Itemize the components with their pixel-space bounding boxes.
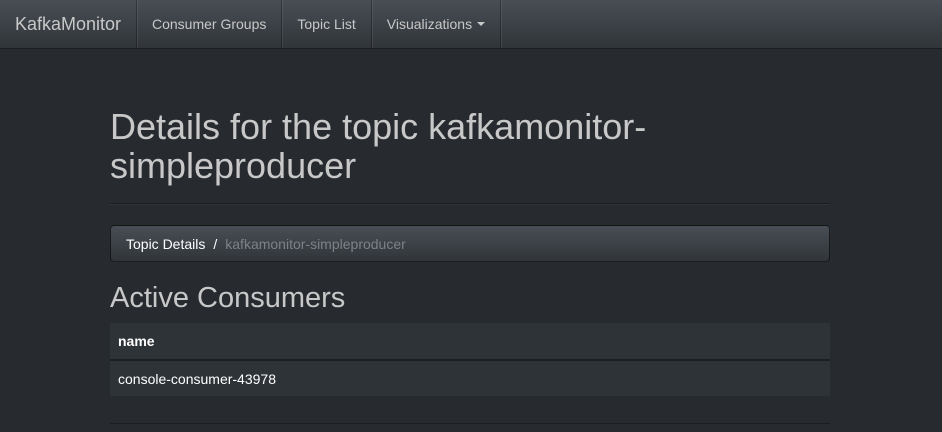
top-navbar: KafkaMonitor Consumer Groups Topic List …	[0, 0, 942, 49]
breadcrumb-current-topic: kafkamonitor-simpleproducer	[225, 235, 406, 252]
brand-link[interactable]: KafkaMonitor	[0, 0, 137, 48]
breadcrumb: Topic Details / kafkamonitor-simpleprodu…	[110, 225, 830, 262]
nav-topic-list-label: Topic List	[297, 16, 356, 32]
active-consumers-heading: Active Consumers	[110, 282, 346, 314]
section-divider	[110, 423, 830, 424]
nav-visualizations-label: Visualizations	[386, 16, 473, 32]
page-header: Details for the topic kafkamonitor-simpl…	[110, 107, 830, 204]
nav-visualizations-dropdown[interactable]: Visualizations	[372, 0, 502, 48]
nav-consumer-groups[interactable]: Consumer Groups	[137, 0, 283, 48]
breadcrumb-topic-details-link[interactable]: Topic Details	[126, 236, 205, 252]
caret-down-icon	[477, 22, 486, 26]
table-row: console-consumer-43978	[110, 360, 830, 396]
breadcrumb-separator: /	[213, 235, 218, 252]
main-content: Details for the topic kafkamonitor-simpl…	[110, 49, 830, 396]
consumer-name-cell: console-consumer-43978	[110, 360, 830, 396]
nav-consumer-groups-label: Consumer Groups	[152, 16, 267, 32]
table-header-row: name	[110, 323, 830, 361]
column-header-name: name	[110, 323, 830, 361]
page-title: Details for the topic kafkamonitor-simpl…	[110, 106, 647, 186]
active-consumers-table: name console-consumer-43978	[110, 323, 830, 396]
nav-topic-list[interactable]: Topic List	[282, 0, 372, 48]
